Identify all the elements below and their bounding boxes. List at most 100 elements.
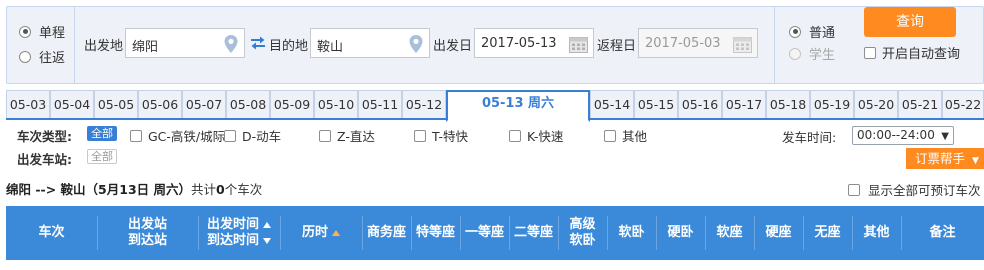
- filter-checkbox[interactable]: [224, 129, 236, 142]
- adult-ticket-radio[interactable]: 普通: [789, 22, 835, 41]
- train-type-all-button[interactable]: 全部: [87, 126, 117, 141]
- col-no-seat: 无座: [803, 206, 852, 260]
- col-stations: 出发站 到达站: [97, 206, 198, 260]
- date-tab[interactable]: 05-04: [50, 90, 94, 118]
- ticket-helper-label: 订票帮手: [915, 151, 966, 166]
- col-first-class: 一等座: [460, 206, 509, 260]
- to-station-value: 鞍山: [317, 40, 344, 55]
- train-type-label: 车次类型:: [17, 129, 72, 144]
- date-tab[interactable]: 05-16: [678, 90, 722, 118]
- ticket-helper-button[interactable]: 订票帮手 ▼: [906, 148, 984, 169]
- date-tab[interactable]: 05-09: [270, 90, 314, 118]
- route-text: 绵阳 --> 鞍山（5月13日 周六）: [6, 182, 191, 197]
- date-tab[interactable]: 05-07: [182, 90, 226, 118]
- col-second-class: 二等座: [509, 206, 558, 260]
- count-prefix: 共计: [191, 182, 217, 197]
- col-times: 出发时间 到达时间: [198, 206, 280, 260]
- col-train-no: 车次: [38, 225, 65, 240]
- depart-time-value: 00:00--24:00: [857, 128, 935, 142]
- filter-k[interactable]: K-快速: [509, 126, 563, 145]
- depart-station-all-button[interactable]: 全部: [87, 149, 117, 164]
- depart-station-label: 出发车站:: [17, 152, 72, 167]
- auto-query-toggle[interactable]: 开启自动查询: [864, 43, 960, 62]
- from-station-value: 绵阳: [132, 40, 159, 55]
- date-tab[interactable]: 05-03: [6, 90, 50, 118]
- date-tab[interactable]: 05-11: [358, 90, 402, 118]
- swap-stations-icon[interactable]: [250, 36, 266, 50]
- radio-indicator: [19, 50, 31, 63]
- filter-label: 其他: [622, 129, 648, 144]
- date-tab[interactable]: 05-15: [634, 90, 678, 118]
- round-trip-radio[interactable]: 往返: [19, 47, 65, 66]
- col-remark: 备注: [901, 206, 984, 260]
- divider: [774, 7, 775, 83]
- date-tab[interactable]: 05-17: [722, 90, 766, 118]
- date-tab-active[interactable]: 05-13 周六: [446, 90, 590, 122]
- filter-other[interactable]: 其他: [604, 126, 647, 145]
- student-ticket-radio[interactable]: 学生: [789, 44, 835, 63]
- date-tabs: 05-03 05-04 05-05 05-06 05-07 05-08 05-0…: [6, 90, 984, 122]
- col-from-station: 出发站: [127, 217, 167, 232]
- sort-arrive-time[interactable]: 到达时间: [207, 233, 271, 249]
- filter-checkbox[interactable]: [130, 129, 142, 142]
- count-suffix: 个车次: [224, 182, 263, 197]
- filter-checkbox[interactable]: [319, 129, 331, 142]
- one-way-radio[interactable]: 单程: [19, 22, 65, 41]
- col-depart-time: 出发时间: [206, 217, 259, 232]
- return-date-value: 2017-05-03: [645, 36, 721, 51]
- filter-label: GC-高铁/城际: [148, 129, 226, 144]
- col-deluxe-line2: 软卧: [569, 233, 596, 248]
- filter-checkbox[interactable]: [604, 129, 616, 142]
- date-tab[interactable]: 05-19: [810, 90, 854, 118]
- depart-time-select[interactable]: 00:00--24:00 ▼: [852, 126, 954, 145]
- chevron-down-icon: ▼: [972, 156, 979, 166]
- from-station-input[interactable]: 绵阳: [125, 28, 245, 58]
- chevron-down-icon: ▼: [941, 131, 949, 142]
- to-station-input[interactable]: 鞍山: [310, 28, 430, 58]
- calendar-icon[interactable]: [569, 35, 588, 53]
- show-all-toggle[interactable]: 显示全部可预订车次: [848, 180, 981, 199]
- filter-z[interactable]: Z-直达: [319, 126, 375, 145]
- filter-t[interactable]: T-特快: [414, 126, 468, 145]
- sort-up-icon: [263, 222, 271, 228]
- date-tab[interactable]: 05-21: [898, 90, 942, 118]
- depart-date-input[interactable]: 2017-05-13: [474, 28, 594, 58]
- adult-ticket-label: 普通: [809, 26, 836, 41]
- sort-duration[interactable]: 历时: [280, 206, 362, 260]
- search-panel: 单程 往返 出发地 绵阳 目的地 鞍山 出发日 2017-05-13 返程日 2…: [6, 6, 984, 84]
- show-all-label: 显示全部可预订车次: [868, 183, 981, 198]
- round-trip-label: 往返: [39, 51, 66, 66]
- col-to-station: 到达站: [127, 233, 167, 248]
- col-arrive-time: 到达时间: [206, 233, 259, 248]
- filter-label: T-特快: [432, 129, 468, 144]
- filter-label: D-动车: [242, 129, 282, 144]
- date-tab[interactable]: 05-06: [138, 90, 182, 118]
- calendar-icon[interactable]: [733, 35, 752, 53]
- filter-d[interactable]: D-动车: [224, 126, 281, 145]
- col-soft-sleeper: 软卧: [607, 206, 656, 260]
- train-count: 0: [216, 182, 225, 197]
- date-tab[interactable]: 05-10: [314, 90, 358, 118]
- date-tab[interactable]: 05-22: [942, 90, 984, 118]
- results-table-header: 车次 出发站 到达站 出发时间 到达时间 历时 商务座 特等座 一等座 二等座 …: [6, 206, 984, 260]
- sort-up-icon: [332, 230, 340, 236]
- date-tab[interactable]: 05-08: [226, 90, 270, 118]
- auto-query-checkbox[interactable]: [864, 46, 876, 59]
- date-tab[interactable]: 05-18: [766, 90, 810, 118]
- filter-checkbox[interactable]: [509, 129, 521, 142]
- from-label: 出发地: [84, 39, 124, 54]
- location-pin-icon: [224, 35, 238, 53]
- filter-gc[interactable]: GC-高铁/城际: [130, 126, 225, 145]
- sort-depart-time[interactable]: 出发时间: [207, 217, 271, 233]
- show-all-checkbox[interactable]: [848, 183, 860, 196]
- query-button[interactable]: 查询: [864, 7, 956, 37]
- date-tab[interactable]: 05-20: [854, 90, 898, 118]
- depart-date-label: 出发日: [433, 39, 473, 54]
- radio-indicator: [789, 25, 801, 38]
- filter-checkbox[interactable]: [414, 129, 426, 142]
- to-label: 目的地: [269, 39, 309, 54]
- return-date-input[interactable]: 2017-05-03: [638, 28, 758, 58]
- date-tab[interactable]: 05-12: [402, 90, 446, 118]
- date-tab[interactable]: 05-05: [94, 90, 138, 118]
- date-tab[interactable]: 05-14: [590, 90, 634, 118]
